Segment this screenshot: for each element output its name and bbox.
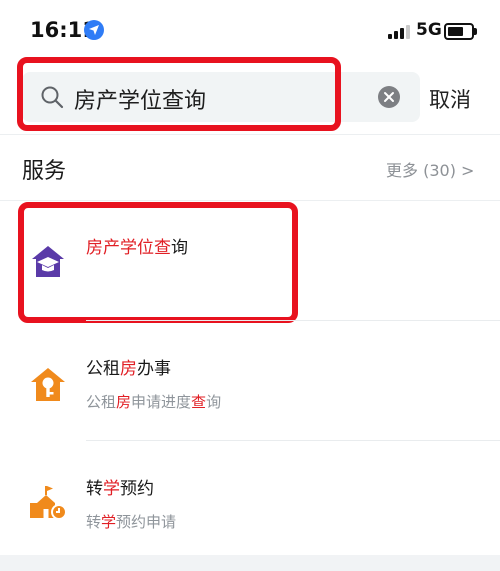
service-item-public-rental[interactable]: 公租房办事 公租房申请进度查询	[0, 321, 500, 439]
item-subtitle: 公租房申请进度查询	[86, 391, 221, 412]
bottom-background	[0, 555, 500, 571]
battery-icon	[444, 23, 477, 40]
subtitle-highlight: 房	[116, 393, 132, 411]
annotation-box-result	[18, 202, 298, 323]
title-text: 办事	[137, 359, 171, 379]
subtitle-text: 转	[86, 513, 102, 531]
divider	[0, 134, 500, 135]
subtitle-text: 公租	[86, 393, 117, 411]
subtitle-text: 申请进度	[131, 393, 192, 411]
title-text: 公租	[86, 359, 120, 379]
title-text: 转	[86, 479, 103, 499]
status-bar: 16:11 5G	[0, 0, 500, 60]
item-title: 转学预约	[86, 474, 154, 499]
house-key-icon	[28, 364, 68, 404]
subtitle-text: 询	[206, 393, 222, 411]
subtitle-highlight: 学	[101, 513, 117, 531]
cellular-signal-icon	[388, 25, 412, 39]
cancel-button[interactable]: 取消	[429, 84, 471, 114]
subtitle-text: 预约申请	[116, 513, 177, 531]
more-link[interactable]: 更多 (30) >	[386, 157, 474, 181]
title-highlight: 房	[120, 359, 137, 379]
location-arrow-icon	[84, 20, 104, 40]
subtitle-highlight: 查	[191, 393, 207, 411]
clear-icon[interactable]	[378, 86, 400, 108]
title-highlight: 学	[103, 479, 120, 499]
school-building-icon	[28, 483, 68, 523]
annotation-box-search	[17, 57, 341, 131]
section-title: 服务	[22, 159, 67, 184]
network-type: 5G	[416, 20, 442, 40]
item-title: 公租房办事	[86, 354, 171, 379]
title-text: 预约	[120, 479, 154, 499]
item-subtitle: 转学预约申请	[86, 511, 176, 532]
service-item-transfer-school[interactable]: 转学预约 转学预约申请	[0, 441, 500, 559]
